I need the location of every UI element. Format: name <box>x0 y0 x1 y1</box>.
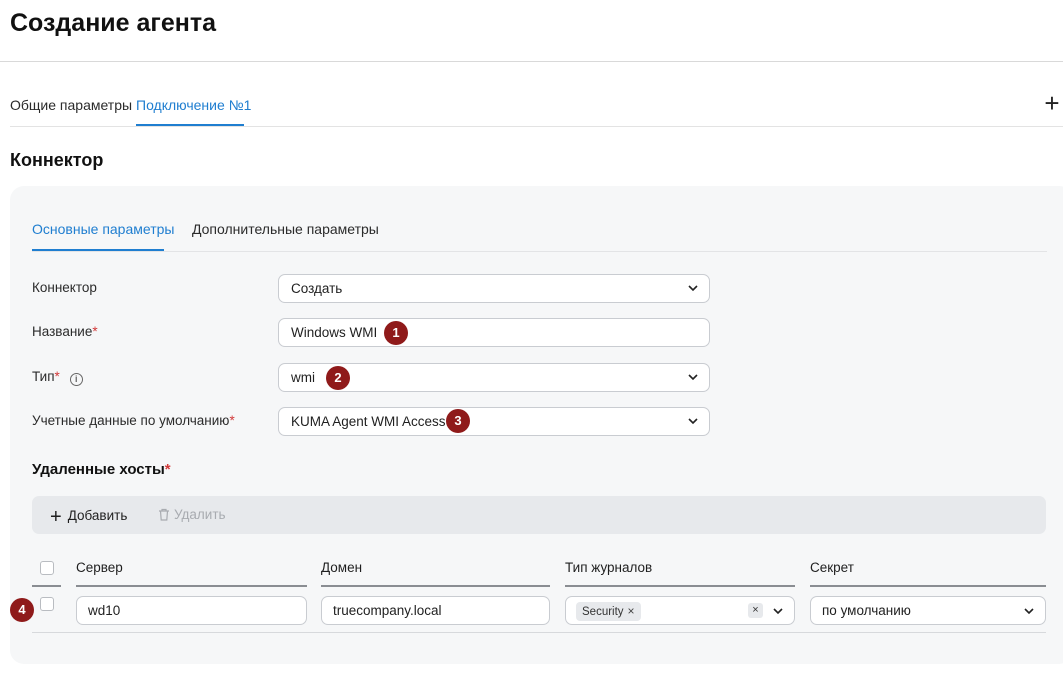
top-tab-bar: Общие параметры Подключение №1 + <box>10 88 1063 127</box>
secret-select-value: по умолчанию <box>822 603 911 618</box>
connector-select[interactable]: Создать <box>278 274 710 303</box>
connector-label: Коннектор <box>32 280 97 295</box>
chevron-down-icon <box>688 418 698 425</box>
row-divider <box>32 632 1046 633</box>
credentials-select[interactable]: KUMA Agent WMI Access <box>278 407 710 436</box>
chevron-down-icon <box>688 374 698 381</box>
callout-marker-3: 3 <box>446 409 470 433</box>
name-input[interactable]: Windows WMI <box>278 318 710 347</box>
type-label: Тип* i <box>32 369 83 386</box>
page-title: Создание агента <box>10 9 216 37</box>
tag-remove-icon[interactable]: × <box>628 604 635 618</box>
credentials-select-value: KUMA Agent WMI Access <box>291 414 446 429</box>
type-select-value: wmi <box>291 370 315 385</box>
title-divider <box>0 61 1063 62</box>
chevron-down-icon <box>688 285 698 292</box>
add-host-button[interactable]: + Добавить <box>50 506 127 529</box>
header-underline <box>565 585 795 587</box>
remote-hosts-title-text: Удаленные хосты <box>32 461 165 478</box>
secret-select[interactable]: по умолчанию <box>810 596 1046 625</box>
clear-selection-icon[interactable]: × <box>748 603 763 618</box>
tab-additional-parameters[interactable]: Дополнительные параметры <box>192 221 379 237</box>
header-underline <box>321 585 550 587</box>
domain-input[interactable]: truecompany.local <box>321 596 550 625</box>
callout-marker-1: 1 <box>384 321 408 345</box>
name-label-text: Название <box>32 324 93 339</box>
connector-card: Основные параметры Дополнительные параме… <box>10 186 1063 664</box>
name-input-value: Windows WMI <box>291 325 378 340</box>
row-checkbox[interactable] <box>40 597 54 611</box>
connector-label-text: Коннектор <box>32 280 97 295</box>
column-header-log-type[interactable]: Тип журналов <box>565 560 652 575</box>
tab-connection-1[interactable]: Подключение №1 <box>136 97 251 113</box>
required-mark: * <box>92 324 98 339</box>
connector-select-value: Создать <box>291 281 343 296</box>
log-type-tag: Security × <box>576 602 641 621</box>
server-input[interactable]: wd10 <box>76 596 307 625</box>
header-underline <box>32 585 61 587</box>
info-icon[interactable]: i <box>69 373 83 386</box>
name-label: Название* <box>32 324 98 339</box>
chevron-down-icon <box>1024 608 1034 615</box>
required-mark: * <box>164 461 171 478</box>
column-header-server[interactable]: Сервер <box>76 560 123 575</box>
section-title-connector: Коннектор <box>10 150 104 170</box>
tab-basic-parameters[interactable]: Основные параметры <box>32 221 174 237</box>
chevron-down-icon <box>773 608 783 615</box>
credentials-label: Учетные данные по умолчанию* <box>32 413 235 428</box>
column-header-domain[interactable]: Домен <box>321 560 362 575</box>
required-mark: * <box>54 369 60 384</box>
type-label-text: Тип <box>32 369 55 384</box>
inner-tab-bar: Основные параметры Дополнительные параме… <box>32 212 1047 252</box>
credentials-label-text: Учетные данные по умолчанию <box>32 413 230 428</box>
column-header-secret[interactable]: Секрет <box>810 560 854 575</box>
domain-input-value: truecompany.local <box>333 603 442 618</box>
log-type-multiselect[interactable]: Security × × <box>565 596 795 625</box>
tab-general-settings[interactable]: Общие параметры <box>10 97 132 113</box>
header-underline <box>810 585 1046 587</box>
active-tab-indicator <box>136 124 244 126</box>
header-underline <box>76 585 307 587</box>
server-input-value: wd10 <box>88 603 121 618</box>
callout-marker-4: 4 <box>10 598 34 622</box>
active-inner-tab-indicator <box>32 249 164 251</box>
plus-icon: + <box>50 506 62 528</box>
log-type-tag-label: Security <box>582 606 624 618</box>
required-mark: * <box>229 413 235 428</box>
add-host-label: Добавить <box>67 508 128 523</box>
select-all-checkbox[interactable] <box>40 561 54 575</box>
delete-host-button[interactable]: Удалить <box>158 507 226 522</box>
remote-hosts-title: Удаленные хосты* <box>32 461 171 478</box>
hosts-toolbar: + Добавить Удалить <box>32 496 1046 534</box>
callout-marker-2: 2 <box>326 366 350 390</box>
trash-icon <box>159 508 169 521</box>
add-connection-icon[interactable]: + <box>1041 90 1063 116</box>
delete-host-label: Удалить <box>174 507 226 522</box>
